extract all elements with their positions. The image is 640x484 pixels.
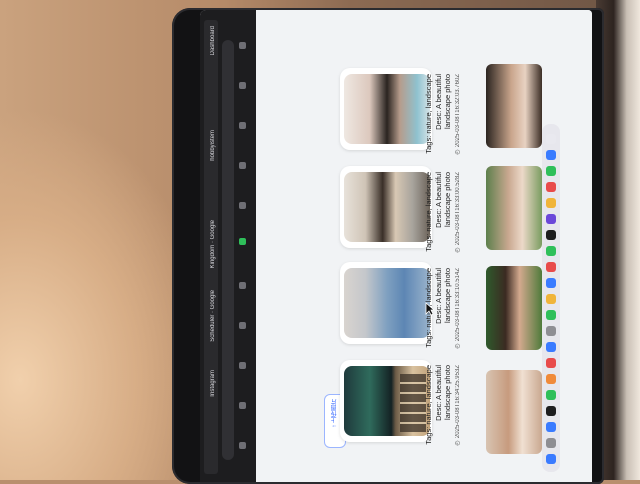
app-icon[interactable] (546, 262, 556, 272)
tab-instagram[interactable]: Instagram (210, 370, 216, 397)
bookmark-icon[interactable] (239, 82, 246, 89)
card-tags: Tags: nature, landscape (424, 365, 433, 445)
image-card[interactable] (340, 166, 432, 248)
tab-scheduler[interactable]: Scheduler · Google (210, 290, 216, 342)
app-icon[interactable] (546, 438, 556, 448)
tab-dashboard[interactable]: Dashboard (210, 26, 216, 55)
card-tags: Tags: nature, landscape (424, 172, 433, 252)
bookmark-icon[interactable] (239, 362, 246, 369)
card-timestamp: ◷ 2025-03-08T16:34:25.953Z (455, 365, 461, 447)
card-desc: Desc: A beautiful (434, 365, 443, 421)
app-icon[interactable] (546, 454, 556, 464)
app-icon[interactable] (546, 422, 556, 432)
bookmark-icon[interactable] (239, 202, 246, 209)
app-icon[interactable] (546, 246, 556, 256)
mouse-cursor-icon (425, 302, 435, 316)
app-icon[interactable] (546, 374, 556, 384)
gallery-image[interactable] (486, 64, 542, 148)
app-icon[interactable] (546, 214, 556, 224)
app-icon[interactable] (546, 134, 556, 144)
image-card[interactable] (340, 262, 432, 344)
laptop-screen: Dashboard hobbyistem Kingdom · Google Sc… (200, 10, 592, 482)
card-desc: landscape photo (443, 74, 452, 130)
card-timestamp: ◷ 2025-03-08T16:33:00.528Z (455, 172, 461, 254)
card-desc: landscape photo (443, 172, 452, 228)
app-icon[interactable] (546, 182, 556, 192)
app-icon[interactable] (546, 166, 556, 176)
bookmark-icon[interactable] (239, 42, 246, 49)
app-icon[interactable] (546, 358, 556, 368)
address-bar[interactable] (222, 40, 234, 460)
browser-chrome: Dashboard hobbyistem Kingdom · Google Sc… (200, 10, 256, 482)
card-tags: Tags: nature, landscape (424, 74, 433, 154)
card-desc: Desc: A beautiful (434, 172, 443, 228)
app-icon[interactable] (546, 294, 556, 304)
card-image[interactable] (344, 268, 430, 338)
tab-bar: Dashboard hobbyistem Kingdom · Google Sc… (204, 20, 218, 474)
bookmarks-bar (238, 22, 248, 474)
card-desc: landscape photo (443, 268, 452, 324)
app-icon[interactable] (546, 198, 556, 208)
gallery-image[interactable] (486, 370, 542, 454)
bookmark-icon[interactable] (239, 282, 246, 289)
image-card[interactable] (340, 68, 432, 150)
bookmark-icon[interactable] (239, 162, 246, 169)
card-timestamp: ◷ 2025-03-08T16:32:03.760Z (455, 74, 461, 156)
bookmark-icon[interactable] (239, 442, 246, 449)
app-icon[interactable] (546, 342, 556, 352)
gallery-image[interactable] (486, 166, 542, 250)
upload-label: ↑ 上传图片 (332, 399, 338, 428)
app-icon[interactable] (546, 150, 556, 160)
bookmark-icon[interactable] (239, 322, 246, 329)
bookmark-icon[interactable] (239, 402, 246, 409)
app-icon[interactable] (546, 310, 556, 320)
app-icon[interactable] (546, 326, 556, 336)
gallery-image[interactable] (486, 266, 542, 350)
bookmark-icon[interactable] (239, 122, 246, 129)
app-icon[interactable] (546, 406, 556, 416)
card-image[interactable] (344, 172, 430, 242)
card-timestamp: ◷ 2025-03-08T16:33:10.514Z (455, 268, 461, 350)
bookmark-icon[interactable] (239, 238, 246, 245)
tab-hobbyistem[interactable]: hobbyistem (210, 130, 216, 161)
app-icon[interactable] (546, 278, 556, 288)
card-image[interactable] (344, 74, 430, 144)
image-card[interactable] (340, 360, 432, 442)
card-desc: Desc: A beautiful (434, 268, 443, 324)
dock (542, 124, 560, 472)
tab-kingdom[interactable]: Kingdom · Google (210, 220, 216, 268)
keyboard-photo-detail (400, 374, 426, 432)
card-desc: Desc: A beautiful (434, 74, 443, 130)
app-icon[interactable] (546, 390, 556, 400)
app-icon[interactable] (546, 230, 556, 240)
card-desc: landscape photo (443, 365, 452, 421)
